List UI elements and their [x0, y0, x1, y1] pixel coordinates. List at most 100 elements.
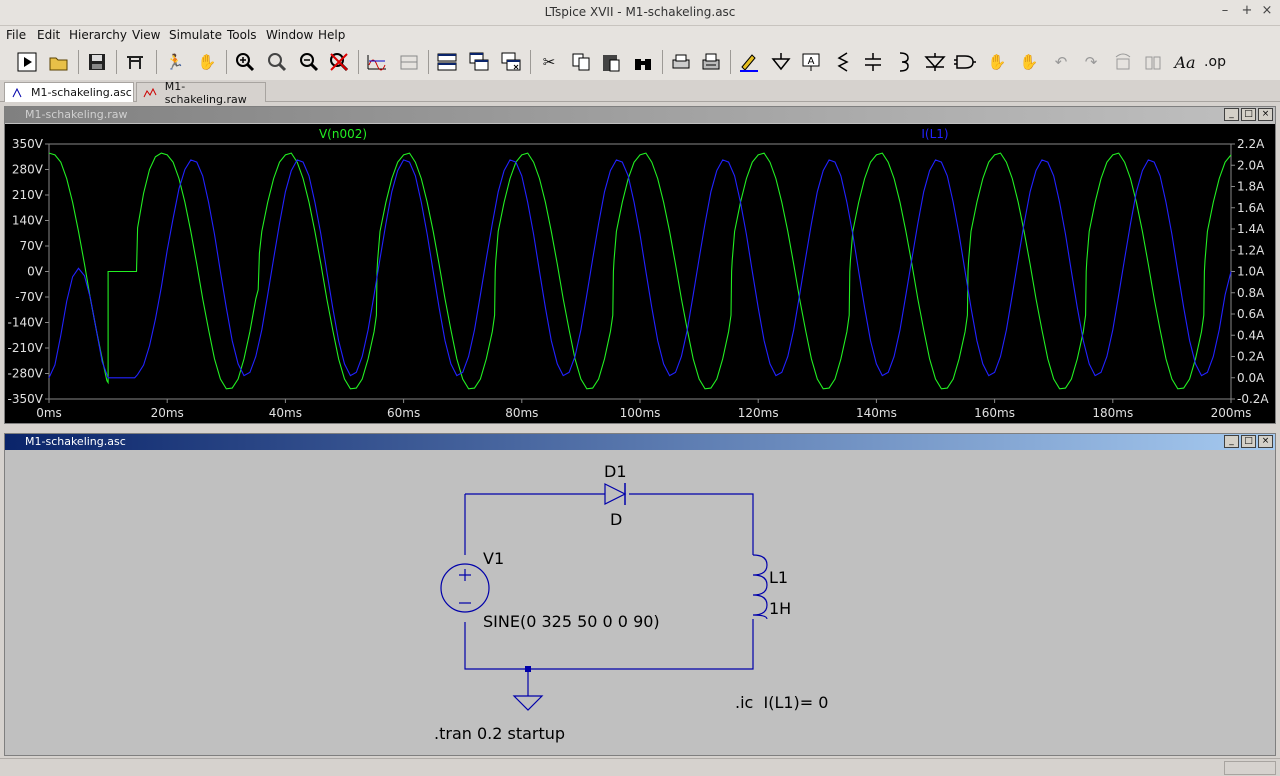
menu-tools[interactable]: Tools	[227, 28, 257, 42]
y-right-tick-label: 2.2A	[1237, 137, 1265, 151]
tab-waveform-label: M1-schakeling.raw	[164, 79, 247, 106]
v1-value[interactable]: SINE(0 325 50 0 0 90)	[483, 612, 660, 631]
close-icon[interactable]: ×	[1258, 435, 1273, 448]
print-setup-icon[interactable]	[668, 49, 694, 75]
y-right-tick-label: 0.2A	[1237, 350, 1265, 364]
mirror-icon[interactable]	[1140, 49, 1166, 75]
menu-file[interactable]: File	[6, 28, 26, 42]
schematic-window-title: M1-schakeling.asc	[5, 434, 1275, 450]
inductor-icon[interactable]	[890, 49, 916, 75]
schematic-background	[5, 451, 1275, 755]
close-icon[interactable]: ×	[1258, 108, 1273, 121]
toolbar-separator	[662, 50, 663, 74]
close-all-windows-icon[interactable]	[498, 49, 524, 75]
tran-directive[interactable]: .tran 0.2 startup	[434, 724, 565, 743]
cut-icon[interactable]: ✂	[536, 49, 562, 75]
diode-icon[interactable]	[922, 49, 948, 75]
title-bar: LTspice XVII - M1-schakeling.asc – + ×	[0, 0, 1280, 26]
component-icon[interactable]	[952, 49, 978, 75]
label-net-icon[interactable]: A	[798, 49, 824, 75]
y-left-tick-label: -350V	[8, 392, 44, 406]
y-left-tick-label: 140V	[12, 214, 44, 228]
text-icon[interactable]: Aa	[1172, 49, 1198, 75]
drag-hand-icon[interactable]: ✋	[1016, 49, 1042, 75]
save-icon[interactable]	[84, 49, 110, 75]
tab-schematic[interactable]: M1-schakeling.asc	[4, 82, 134, 102]
menu-view[interactable]: View	[132, 28, 160, 42]
hand-icon[interactable]: ✋	[194, 49, 220, 75]
tab-waveform[interactable]: M1-schakeling.raw	[136, 80, 266, 106]
toolbar-separator	[730, 50, 731, 74]
restore-icon[interactable]: □	[1241, 108, 1256, 121]
ic-directive[interactable]: .ic I(L1)= 0	[735, 693, 828, 712]
v1-name[interactable]: V1	[483, 549, 504, 568]
y-right-tick-label: -0.2A	[1237, 392, 1269, 406]
schematic-canvas[interactable]: D1 D V1 SINE(0 325 50 0 0 90) L1 1H .ic …	[5, 451, 1275, 755]
toolbar-separator	[226, 50, 227, 74]
maximize-button[interactable]: +	[1238, 3, 1256, 18]
waveform-plot[interactable]: 350V 280V 210V 140V 70V 0V -70V -140V -210V -280V…	[5, 124, 1275, 423]
d1-name[interactable]: D1	[604, 462, 627, 481]
cascade-windows-icon[interactable]	[466, 49, 492, 75]
menu-bar: File Edit Hierarchy View Simulate Tools …	[0, 26, 1280, 44]
open-folder-icon[interactable]	[46, 49, 72, 75]
close-button[interactable]: ×	[1258, 3, 1276, 18]
paste-icon[interactable]	[598, 49, 624, 75]
legend-i-l1[interactable]: I(L1)	[921, 127, 948, 141]
status-cell	[1224, 761, 1276, 775]
y-left-tick-label: -70V	[15, 290, 44, 304]
tile-windows-icon[interactable]	[434, 49, 460, 75]
y-left-tick-label: -280V	[8, 367, 44, 381]
ground-icon[interactable]	[768, 49, 794, 75]
zoom-out-icon[interactable]	[296, 49, 322, 75]
control-panel-icon[interactable]	[122, 49, 148, 75]
waveform-window-title: M1-schakeling.raw	[5, 107, 1275, 123]
l1-name[interactable]: L1	[769, 568, 788, 587]
print-icon[interactable]	[698, 49, 724, 75]
waveform-icon	[143, 87, 157, 97]
zoom-in-icon[interactable]	[232, 49, 258, 75]
y-left-tick-label: -210V	[8, 341, 44, 355]
l1-value[interactable]: 1H	[769, 599, 791, 618]
minimize-icon[interactable]: _	[1224, 435, 1239, 448]
x-tick-label: 100ms	[620, 406, 661, 420]
halt-running-icon[interactable]: 🏃	[162, 49, 188, 75]
run-icon[interactable]	[14, 49, 40, 75]
menu-simulate[interactable]: Simulate	[169, 28, 222, 42]
y-right-tick-label: 0.0A	[1237, 371, 1265, 385]
redo-icon[interactable]: ↷	[1078, 49, 1104, 75]
schematic-window: M1-schakeling.asc _ □ × D1 D V1 SINE(0 3…	[4, 433, 1276, 756]
y-right-tick-label: 0.8A	[1237, 286, 1265, 300]
zoom-cancel-icon[interactable]	[326, 49, 352, 75]
resistor-icon[interactable]	[830, 49, 856, 75]
legend-v-n002[interactable]: V(n002)	[319, 127, 367, 141]
x-tick-label: 140ms	[856, 406, 897, 420]
minimize-button[interactable]: –	[1216, 3, 1234, 18]
x-tick-label: 20ms	[151, 406, 184, 420]
toolbar-separator	[156, 50, 157, 74]
minimize-icon[interactable]: _	[1224, 108, 1239, 121]
x-tick-label: 40ms	[269, 406, 302, 420]
menu-edit[interactable]: Edit	[37, 28, 60, 42]
draw-wire-pencil-icon[interactable]	[736, 49, 762, 75]
schematic-window-controls: _ □ ×	[1224, 435, 1273, 448]
undo-icon[interactable]: ↶	[1048, 49, 1074, 75]
d1-model[interactable]: D	[610, 510, 622, 529]
rotate-icon[interactable]	[1110, 49, 1136, 75]
autorange-icon[interactable]	[364, 49, 390, 75]
menu-window[interactable]: Window	[266, 28, 313, 42]
copy-icon[interactable]	[568, 49, 594, 75]
plot-settings-icon[interactable]	[396, 49, 422, 75]
restore-icon[interactable]: □	[1241, 435, 1256, 448]
capacitor-icon[interactable]	[860, 49, 886, 75]
move-hand-icon[interactable]: ✋	[984, 49, 1010, 75]
find-binoculars-icon[interactable]	[630, 49, 656, 75]
document-tab-bar: M1-schakeling.asc M1-schakeling.raw	[0, 80, 1280, 106]
zoom-full-icon[interactable]	[264, 49, 290, 75]
menu-hierarchy[interactable]: Hierarchy	[69, 28, 127, 42]
junction-dot	[525, 666, 531, 672]
waveform-window-controls: _ □ ×	[1224, 108, 1273, 121]
spice-directive-icon[interactable]: .op	[1202, 49, 1228, 75]
x-tick-label: 80ms	[505, 406, 538, 420]
menu-help[interactable]: Help	[318, 28, 345, 42]
